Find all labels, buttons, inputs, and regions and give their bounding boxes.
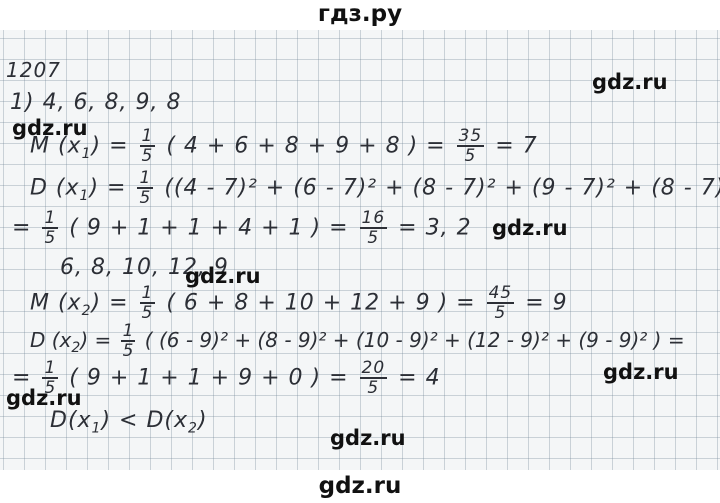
numerator: 1	[44, 208, 57, 228]
fraction: 45 5	[486, 283, 515, 322]
numerator: 45	[488, 283, 513, 303]
comparison-line: D(x1) < D(x2)	[50, 408, 208, 436]
watermark: gdz.ru	[12, 116, 88, 140]
numerator: 1	[141, 283, 154, 303]
denominator: 5	[359, 227, 388, 247]
mean-x1-eq: ) =	[91, 133, 137, 159]
numerator: 1	[141, 126, 154, 146]
numerator: 20	[361, 358, 386, 378]
sample-1: 1) 4, 6, 8, 9, 8	[10, 90, 182, 115]
fraction: 15	[120, 321, 136, 361]
var-x1-expr: ((4 - 7)² + (6 - 7)² + (8 - 7)² + (9 - 7…	[164, 175, 720, 201]
numerator: 1	[122, 321, 134, 341]
denominator: 5	[42, 227, 59, 248]
var-x2-expr: ( (6 - 9)² + (8 - 9)² + (10 - 9)² + (12 …	[144, 328, 685, 352]
task-number: 1207	[6, 58, 61, 82]
numerator: 1	[139, 168, 152, 188]
mean-x2-eq: ) =	[91, 290, 137, 316]
fraction: 20 5	[359, 358, 388, 397]
var-x1-sub: 1	[79, 187, 90, 204]
var-x2-sub: 2	[71, 340, 81, 356]
var-x2-result-sum: ( 9 + 1 + 1 + 9 + 0 ) =	[69, 365, 357, 391]
var-x1-result-value: = 3, 2	[398, 215, 472, 241]
denominator: 5	[359, 377, 388, 397]
watermark: gdz.ru	[185, 264, 261, 288]
numerator: 1	[44, 358, 57, 378]
mean-x2-sum: ( 6 + 8 + 10 + 12 + 9 ) =	[166, 290, 484, 316]
denominator: 5	[139, 302, 156, 323]
comparison-end: )	[197, 408, 208, 433]
var-x2-eq: ) =	[80, 328, 118, 352]
fraction: 15	[42, 208, 59, 248]
denominator: 5	[120, 340, 136, 361]
mean-x1-line: M (x1) = 15 ( 4 + 6 + 8 + 9 + 8 ) = 35 5 …	[30, 128, 538, 165]
watermark: gdz.ru	[492, 216, 568, 240]
var-x2-result-value: = 4	[398, 365, 441, 391]
watermark: gdz.ru	[330, 426, 406, 450]
fraction: 16 5	[359, 208, 388, 247]
mean-x2-result: = 9	[525, 290, 568, 316]
comparison-right-sub: 2	[188, 420, 198, 437]
denominator: 5	[456, 145, 485, 165]
fraction: 15	[139, 126, 156, 166]
denominator: 5	[486, 302, 515, 322]
mean-x1-sub: 1	[81, 145, 92, 162]
var-x2-label: D (x	[30, 328, 72, 352]
mean-x1-sum: ( 4 + 6 + 8 + 9 + 8 ) =	[166, 133, 454, 159]
fraction: 15	[139, 283, 156, 323]
site-footer: gdz.ru	[0, 470, 720, 503]
watermark: gdz.ru	[592, 70, 668, 94]
fraction: 35 5	[456, 126, 485, 165]
var-x1-result-line: = 15 ( 9 + 1 + 1 + 4 + 1 ) = 16 5 = 3, 2	[12, 210, 472, 247]
fraction: 15	[137, 168, 154, 208]
denominator: 5	[139, 145, 156, 166]
mean-x2-label: M (x	[30, 290, 82, 316]
watermark: gdz.ru	[6, 386, 82, 410]
watermark: gdz.ru	[603, 360, 679, 384]
comparison-left: D(x	[50, 408, 92, 433]
var-x1-result-sum: ( 9 + 1 + 1 + 4 + 1 ) =	[69, 215, 357, 241]
var-x1-label: D (x	[30, 175, 80, 201]
mean-x2-sub: 2	[81, 302, 92, 319]
var-x1-result-eq: =	[12, 215, 40, 241]
numerator: 16	[361, 208, 386, 228]
site-header: гдз.ру	[0, 0, 720, 30]
comparison-left-sub: 1	[91, 420, 102, 437]
comparison-mid: ) < D(x	[101, 408, 189, 433]
notebook-page: 1207 1) 4, 6, 8, 9, 8 M (x1) = 15 ( 4 + …	[0, 30, 720, 470]
var-x2-line: D (x2) = 15 ( (6 - 9)² + (8 - 9)² + (10 …	[30, 323, 685, 360]
var-x1-eq: ) =	[89, 175, 135, 201]
numerator: 35	[458, 126, 483, 146]
mean-x1-result: = 7	[495, 133, 538, 159]
var-x1-line: D (x1) = 15 ((4 - 7)² + (6 - 7)² + (8 - …	[30, 170, 720, 207]
mean-x2-line: M (x2) = 15 ( 6 + 8 + 10 + 12 + 9 ) = 45…	[30, 285, 568, 322]
denominator: 5	[137, 187, 154, 208]
